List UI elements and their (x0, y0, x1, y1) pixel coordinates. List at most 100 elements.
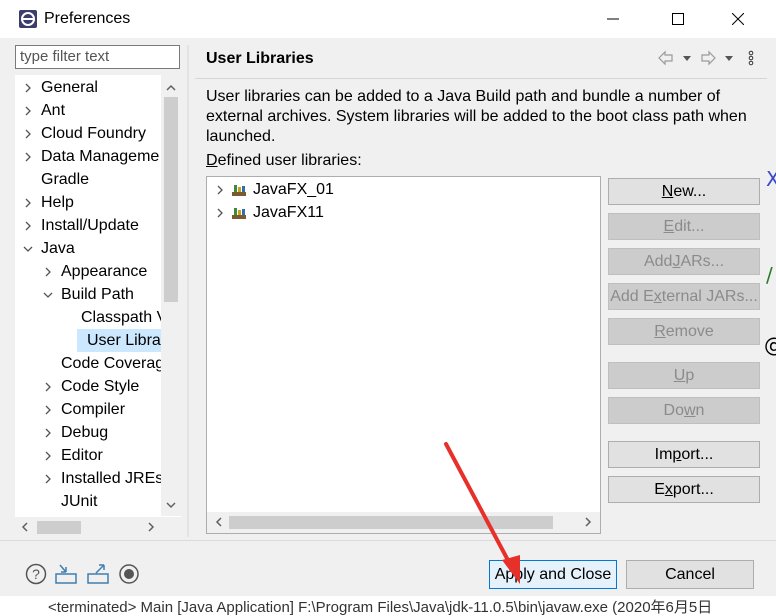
tree-item-label: Ant (41, 102, 66, 119)
remove-button[interactable]: Remove (608, 318, 760, 345)
tree-item[interactable]: Compiler (41, 398, 125, 421)
tree-horizontal-scrollbar[interactable] (15, 517, 181, 538)
close-button[interactable] (715, 0, 761, 38)
page-nav-graphic (658, 50, 754, 66)
tree-item-label: Compiler (61, 401, 126, 418)
chevron-right-icon[interactable] (21, 150, 35, 164)
defined-libraries-label: Defined user libraries: (206, 152, 362, 170)
tree-item-label: General (41, 79, 98, 96)
tree-item[interactable]: Code Coverag (41, 352, 164, 375)
cancel-button[interactable]: Cancel (626, 560, 754, 589)
button-text-pre: Add (643, 252, 673, 270)
button-text-pre: Im (654, 445, 673, 463)
tree-item[interactable]: Debug (41, 421, 108, 444)
tree-item[interactable]: Java (21, 237, 75, 260)
tree-item[interactable]: User Librar (77, 329, 166, 352)
button-mnemonic: R (654, 322, 666, 340)
chevron-right-icon[interactable] (215, 185, 225, 195)
help-icon[interactable]: ? (24, 562, 48, 586)
tree-item-label: Editor (61, 447, 103, 464)
export-button[interactable]: Ex port... (608, 476, 760, 503)
chevron-right-icon[interactable] (21, 196, 35, 210)
down-button[interactable]: Do w n (608, 397, 760, 424)
chevron-right-icon[interactable] (41, 449, 55, 463)
record-icon[interactable] (117, 562, 141, 586)
view-menu-icon[interactable] (748, 50, 754, 66)
chevron-right-icon[interactable] (41, 265, 55, 279)
tree-item[interactable]: General (21, 76, 98, 99)
edit-button[interactable]: Edit... (608, 213, 760, 240)
chevron-right-icon[interactable] (41, 380, 55, 394)
preference-tree[interactable]: General Ant Cloud Foundry Data Manageme Grad… (15, 75, 181, 538)
tree-item-label: User Librar (87, 332, 167, 349)
annotation-arrow-icon (444, 442, 520, 584)
chevron-right-icon[interactable] (21, 81, 35, 95)
chevron-right-icon[interactable] (41, 472, 55, 486)
button-mnemonic: p (672, 445, 682, 463)
tree-item-label: Install/Update (41, 217, 139, 234)
chevron-right-icon[interactable] (215, 208, 225, 218)
tree-item-label: Appearance (61, 263, 148, 280)
svg-text:/: / (766, 263, 773, 287)
back-icon[interactable] (658, 50, 673, 66)
tree-item-label: Help (41, 194, 74, 211)
chevron-right-icon[interactable] (21, 219, 35, 233)
tree-item[interactable]: Build Path (41, 283, 134, 306)
add-external-jars-button[interactable]: Add Ex ternal JARs... (608, 283, 760, 310)
svg-text:?: ? (32, 566, 40, 582)
tree-item-label: Debug (61, 424, 109, 441)
button-text-post: ort... (681, 445, 714, 463)
pane-sash[interactable] (187, 45, 189, 537)
import-button[interactable]: Im p ort... (608, 441, 760, 468)
forward-icon[interactable] (701, 50, 716, 66)
back-menu-chevron-icon[interactable] (683, 56, 691, 61)
filter-input[interactable]: type filter text (15, 45, 180, 69)
tree-item[interactable]: Editor (41, 444, 103, 467)
tree-item[interactable]: Ant (21, 99, 65, 122)
window-title: Preferences (44, 10, 131, 27)
tree-item[interactable]: Appearance (41, 260, 147, 283)
tree-vertical-scrollbar[interactable] (161, 75, 181, 516)
tree-item[interactable]: Install/Update (21, 214, 139, 237)
tree-item[interactable]: JUnit (41, 490, 97, 513)
chevron-right-icon[interactable] (41, 403, 55, 417)
new-button[interactable]: New... (608, 178, 760, 205)
maximize-button[interactable] (655, 0, 701, 38)
minimize-button[interactable] (590, 0, 636, 38)
up-button[interactable]: Up (608, 362, 760, 389)
chevron-down-icon[interactable] (41, 288, 55, 302)
tree-item-label: Code Coverag (61, 355, 165, 372)
libraries-horizontal-scrollbar[interactable] (207, 512, 600, 533)
chevron-right-icon[interactable] (41, 426, 55, 440)
background-console-text: <terminated> Main [Java Application] F:\… (0, 596, 776, 616)
tree-item[interactable]: Cloud Foundry (21, 122, 146, 145)
user-libraries-list[interactable]: JavaFX_01 JavaFX11 (206, 176, 601, 534)
tree-item[interactable]: Installed JREs (41, 467, 163, 490)
tree-item-label: JUnit (61, 493, 98, 510)
forward-menu-chevron-icon[interactable] (725, 56, 733, 61)
chevron-right-icon[interactable] (21, 127, 35, 141)
tree-item[interactable]: Code Style (41, 375, 139, 398)
button-text-post: ternal JARs... (661, 287, 758, 305)
tree-item[interactable]: Gradle (21, 168, 89, 191)
tree-item[interactable]: Data Manageme (21, 145, 159, 168)
import-preferences-icon[interactable] (54, 562, 78, 586)
tree-item[interactable]: Classpath V (61, 306, 167, 329)
library-item[interactable]: JavaFX_01 (215, 179, 334, 201)
background-editor-glyphs: X / @ (764, 167, 776, 357)
library-item[interactable]: JavaFX11 (215, 202, 324, 224)
library-icon (231, 206, 247, 220)
button-text-post: ARs... (680, 252, 725, 270)
lib-hscroll-graphic (215, 516, 592, 529)
chevron-down-icon[interactable] (21, 242, 35, 256)
export-preferences-icon[interactable] (86, 562, 110, 586)
button-text-post: port... (672, 480, 714, 498)
svg-text:@: @ (764, 333, 776, 357)
tree-item[interactable]: Help (21, 191, 74, 214)
button-text-post: emove (665, 322, 714, 340)
library-name: JavaFX11 (253, 204, 324, 221)
tree-item-label: Java (41, 240, 75, 257)
add-jars-button[interactable]: Add J ARs... (608, 248, 760, 275)
chevron-right-icon[interactable] (21, 104, 35, 118)
tree-hscroll-graphic (21, 521, 155, 534)
